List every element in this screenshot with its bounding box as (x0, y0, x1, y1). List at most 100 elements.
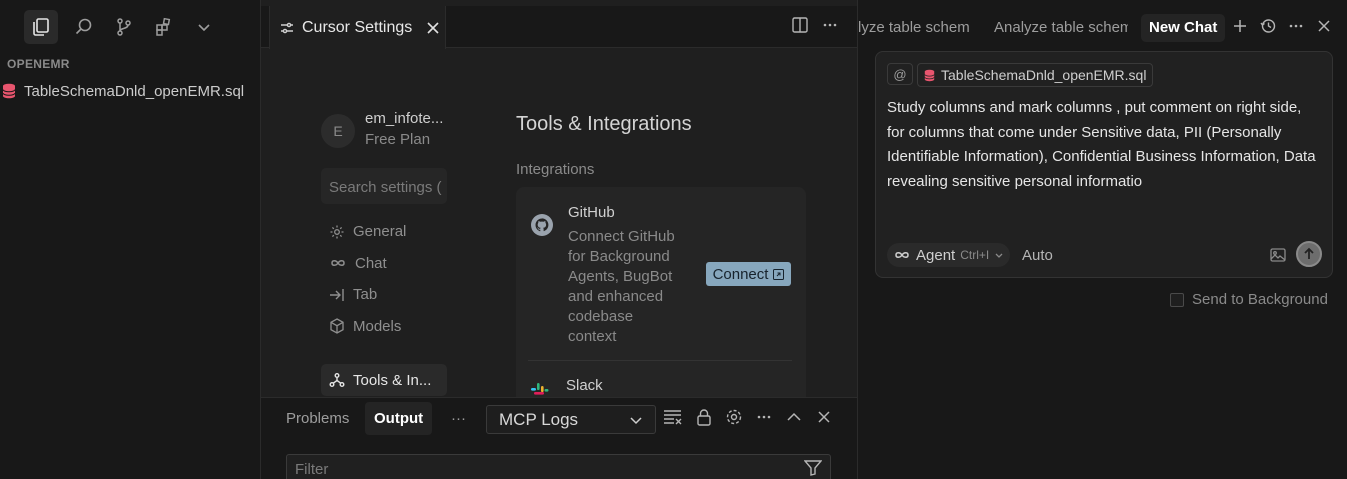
editor-actions (791, 16, 839, 34)
close-icon[interactable] (426, 21, 440, 35)
add-context-button[interactable]: @ (887, 63, 913, 85)
connect-label: Connect (712, 265, 769, 283)
arrow-up-icon (1302, 247, 1316, 261)
connect-github-button[interactable]: Connect (706, 262, 791, 286)
chevron-down-icon (629, 413, 643, 427)
settings-sliders-icon (280, 21, 294, 35)
nav-label: Models (353, 317, 402, 335)
files-icon[interactable] (24, 10, 58, 44)
filter-input[interactable]: Filter (286, 454, 831, 479)
context-file-chip[interactable]: TableSchemaDnld_openEMR.sql (917, 63, 1154, 87)
integrations-card: GitHub Connect GitHub for Background Age… (516, 187, 806, 407)
database-file-icon (2, 83, 16, 99)
card-divider (528, 360, 792, 361)
split-editor-icon[interactable] (791, 16, 809, 34)
close-icon[interactable] (1316, 18, 1332, 34)
close-icon[interactable] (815, 408, 833, 426)
mode-shortcut: Ctrl+I (960, 248, 990, 262)
arrow-tab-icon (329, 287, 345, 303)
chevron-down-icon[interactable] (184, 10, 224, 44)
chat-composer: @ TableSchemaDnld_openEMR.sql Study colu… (875, 51, 1333, 278)
panel-actions (663, 408, 833, 426)
settings-main: Tools & Integrations Integrations GitHub… (516, 113, 806, 407)
github-description: Connect GitHub for Background Agents, Bu… (568, 228, 675, 345)
file-tree-item[interactable]: TableSchemaDnld_openEMR.sql (0, 80, 244, 102)
sidebar-item-tools[interactable]: Tools & In... (321, 364, 447, 396)
editor-tabbar: Cursor Settings (261, 6, 857, 49)
chevron-up-icon[interactable] (785, 408, 803, 426)
filter-placeholder: Filter (295, 461, 329, 478)
chat-actions (1232, 18, 1332, 34)
profile-name: em_infote... (365, 110, 444, 127)
chat-input[interactable]: Study columns and mark columns , put com… (887, 96, 1322, 194)
select-value: MCP Logs (499, 409, 579, 429)
checkbox[interactable] (1170, 292, 1184, 307)
search-icon[interactable] (64, 10, 104, 44)
database-file-icon (924, 69, 935, 82)
output-channel-select[interactable]: MCP Logs (486, 405, 656, 434)
nav-label: Chat (355, 254, 387, 272)
explorer-section-title[interactable]: OPENEMR (7, 57, 70, 71)
send-to-background-toggle[interactable]: Send to Background (1170, 291, 1328, 308)
filter-icon[interactable] (804, 460, 822, 476)
send-to-background-label: Send to Background (1192, 291, 1328, 308)
more-actions-icon[interactable] (755, 408, 773, 426)
search-settings-input[interactable]: Search settings ( (321, 168, 447, 204)
panel-more-tabs[interactable]: ··· (451, 410, 466, 427)
cube-icon (329, 318, 345, 334)
nav-label: Tools & In... (353, 371, 432, 389)
infinity-icon (329, 257, 347, 269)
chat-panel: lyze table schem Analyze table schem New… (857, 0, 1347, 479)
infinity-icon (893, 249, 911, 261)
tab-cursor-settings[interactable]: Cursor Settings (269, 6, 446, 49)
slack-title: Slack (566, 377, 603, 394)
chat-tab-active[interactable]: New Chat (1141, 14, 1226, 42)
plus-icon[interactable] (1232, 18, 1248, 34)
extensions-icon[interactable] (144, 10, 184, 44)
sidebar-item-tab[interactable]: Tab (321, 279, 447, 311)
mode-label: Agent (916, 246, 956, 264)
section-subtitle: Integrations (516, 161, 595, 178)
file-chip-label: TableSchemaDnld_openEMR.sql (941, 67, 1147, 83)
profile-plan: Free Plan (365, 131, 431, 148)
file-name: TableSchemaDnld_openEMR.sql (24, 82, 245, 100)
clear-output-icon[interactable] (663, 408, 683, 426)
chat-tabs: lyze table schem Analyze table schem New… (858, 14, 1347, 42)
more-actions-icon[interactable] (821, 16, 839, 34)
nav-label: Tab (353, 286, 378, 304)
mode-select[interactable]: Agent Ctrl+I (887, 243, 1011, 267)
tools-icon (329, 372, 345, 388)
settings-nav: E em_infote... Free Plan Search settings… (321, 110, 447, 396)
sidebar-item-chat[interactable]: Chat (321, 248, 447, 280)
source-control-icon[interactable] (104, 10, 144, 44)
gear-icon (329, 224, 345, 240)
image-icon[interactable] (1270, 248, 1286, 262)
nav-label: General (353, 223, 407, 241)
page-title: Tools & Integrations (516, 113, 692, 135)
external-link-icon (773, 268, 785, 280)
bottom-panel: Problems Output ··· MCP Logs Filter (261, 397, 857, 479)
profile[interactable]: E em_infote... Free Plan (321, 110, 447, 148)
lock-icon[interactable] (695, 408, 713, 426)
send-button[interactable] (1296, 241, 1322, 267)
slack-icon (530, 381, 550, 395)
history-icon[interactable] (1260, 18, 1276, 34)
chat-tab[interactable]: lyze table schem (858, 19, 978, 36)
chat-tab[interactable]: Analyze table schem (994, 19, 1128, 36)
gear-icon[interactable] (725, 408, 743, 426)
sidebar-item-models[interactable]: Models (321, 311, 447, 343)
explorer-sidebar: OPENEMR TableSchemaDnld_openEMR.sql (0, 0, 261, 479)
github-icon (530, 213, 554, 237)
avatar: E (321, 114, 355, 148)
chevron-down-icon (994, 250, 1004, 260)
tab-output[interactable]: Output (365, 402, 433, 435)
editor-area: Cursor Settings E em_infote... Free Plan… (261, 0, 857, 479)
tab-label: Cursor Settings (302, 18, 413, 36)
settings-nav-list: General Chat Tab Models Tools & In... (321, 216, 447, 396)
model-select[interactable]: Auto (1022, 247, 1053, 264)
tab-problems[interactable]: Problems (286, 410, 349, 427)
github-title: GitHub (568, 204, 615, 221)
sidebar-toolbar (24, 10, 224, 44)
sidebar-item-general[interactable]: General (321, 216, 447, 248)
more-actions-icon[interactable] (1288, 18, 1304, 34)
